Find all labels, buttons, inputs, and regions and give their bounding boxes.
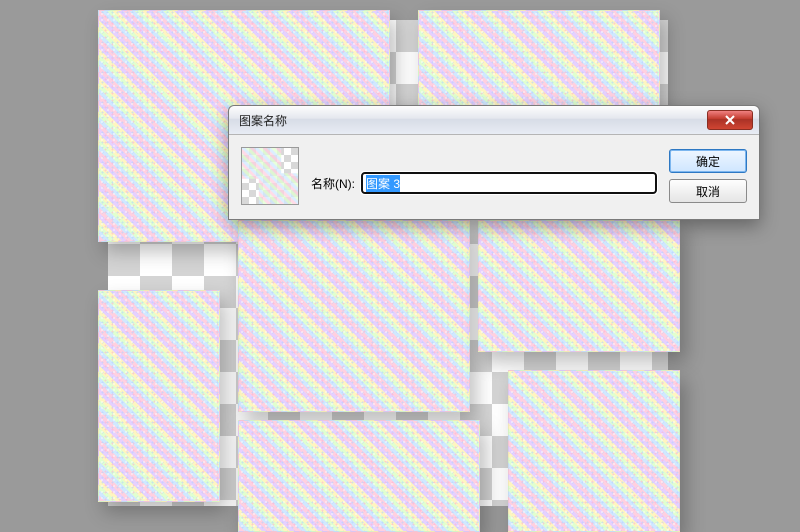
cancel-button-label: 取消: [696, 183, 720, 200]
dialog-title: 图案名称: [239, 112, 707, 129]
document-canvas: [108, 20, 668, 506]
pattern-tile: [238, 420, 480, 532]
ok-button-label: 确定: [696, 153, 720, 170]
ok-button[interactable]: 确定: [669, 149, 747, 173]
pattern-tile: [508, 370, 680, 532]
name-label: 名称(N):: [311, 175, 355, 192]
close-icon: [724, 114, 736, 126]
pattern-tile: [478, 220, 680, 352]
pattern-thumbnail: [241, 147, 299, 205]
dialog-titlebar[interactable]: 图案名称: [229, 106, 759, 135]
cancel-button[interactable]: 取消: [669, 179, 747, 203]
pattern-tile: [98, 290, 220, 502]
pattern-tile: [238, 220, 470, 412]
pattern-name-dialog: 图案名称 名称(N): 确定 取消: [228, 105, 760, 220]
close-button[interactable]: [707, 110, 753, 130]
pattern-name-input[interactable]: [361, 172, 657, 194]
